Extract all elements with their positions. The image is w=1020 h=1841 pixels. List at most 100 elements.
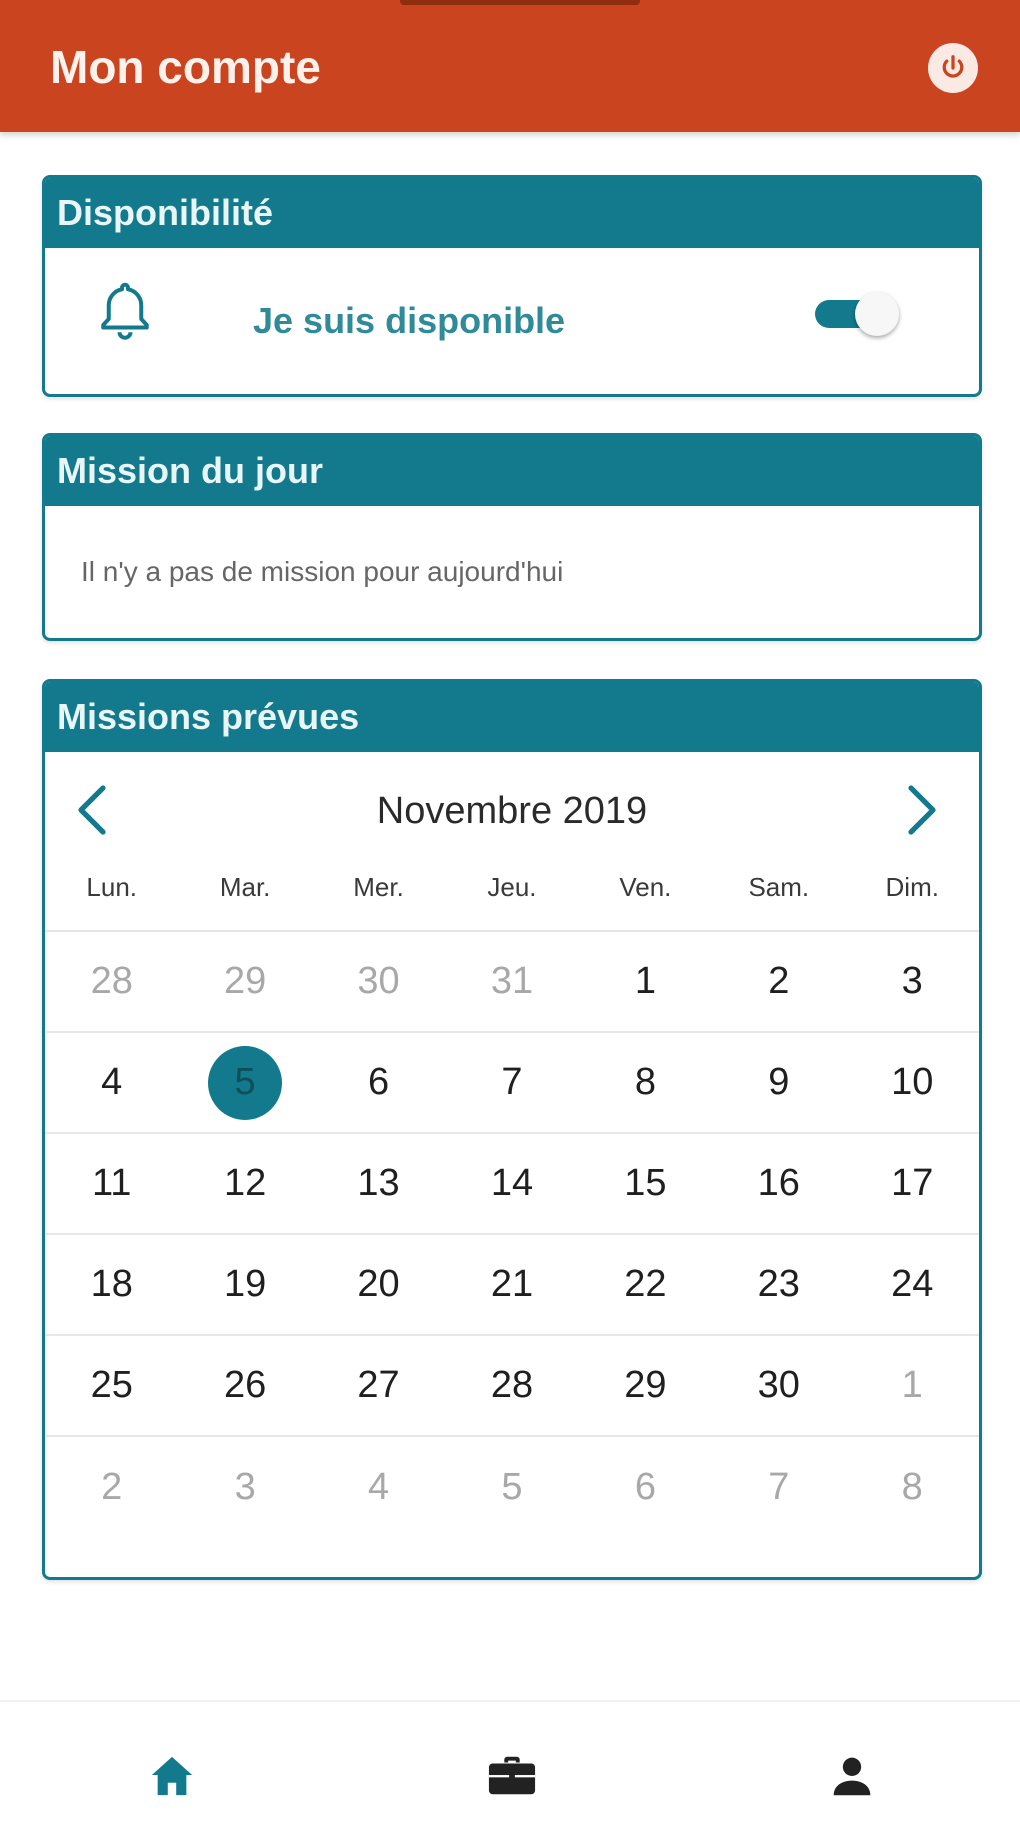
calendar-day[interactable]: 30	[312, 932, 445, 1031]
calendar-day[interactable]: 21	[445, 1235, 578, 1334]
mission-today-title: Mission du jour	[45, 436, 979, 506]
calendar-day[interactable]: 13	[312, 1134, 445, 1233]
calendar-day-number: 2	[768, 960, 790, 1002]
calendar-day[interactable]: 3	[178, 1437, 311, 1538]
calendar-day[interactable]: 16	[712, 1134, 845, 1233]
calendar-day[interactable]: 28	[445, 1336, 578, 1435]
calendar-day[interactable]: 2	[712, 932, 845, 1031]
calendar-day[interactable]: 5	[445, 1437, 578, 1538]
calendar-week-row: 2 3 4 5 6 7 8	[45, 1437, 979, 1538]
calendar-month-label: Novembre 2019	[376, 790, 648, 832]
mission-today-card: Mission du jour Il n'y a pas de mission …	[42, 433, 982, 641]
calendar-day[interactable]: 18	[45, 1235, 178, 1334]
calendar-day-number: 26	[223, 1364, 267, 1406]
calendar-day[interactable]: 27	[312, 1336, 445, 1435]
calendar-day[interactable]: 7	[445, 1033, 578, 1132]
calendar-day[interactable]: 9	[712, 1033, 845, 1132]
calendar-day-number: 13	[357, 1162, 400, 1204]
calendar-day-number: 28	[90, 960, 133, 1002]
calendar-day[interactable]: 6	[312, 1033, 445, 1132]
calendar-day-number: 17	[891, 1162, 934, 1204]
availability-card-title: Disponibilité	[45, 178, 979, 248]
calendar-day-number: 6	[634, 1466, 656, 1508]
app-header: Mon compte	[0, 0, 1020, 132]
calendar-day[interactable]: 12	[178, 1134, 311, 1233]
briefcase-icon	[488, 1756, 536, 1795]
calendar-day-number: 3	[901, 960, 923, 1002]
calendar-day-number: 1	[901, 1364, 923, 1406]
calendar-day[interactable]: 4	[312, 1437, 445, 1538]
toggle-thumb	[855, 292, 899, 336]
nav-profile-button[interactable]	[822, 1746, 882, 1806]
calendar-day[interactable]: 17	[846, 1134, 979, 1233]
calendar-day-number: 10	[891, 1061, 934, 1103]
calendar-day-number: 28	[490, 1364, 534, 1406]
calendar-day[interactable]: 25	[45, 1336, 178, 1435]
calendar-day-number: 29	[624, 1364, 667, 1406]
calendar-day-number: 8	[901, 1466, 923, 1508]
calendar-day-number: 22	[624, 1263, 667, 1305]
calendar-day-number: 11	[91, 1162, 132, 1204]
calendar-day-number: 23	[757, 1263, 800, 1305]
weekday-label: Ven.	[619, 872, 672, 902]
calendar-day[interactable]: 11	[45, 1134, 178, 1233]
bottom-nav	[0, 1702, 1020, 1841]
calendar-grid: 28 29 30 31 1 2 3 4 5 6 7 8 9 10 11 12 13 14 15 16 17 18 19 20 2…	[45, 932, 979, 1538]
chevron-right-icon	[908, 785, 936, 835]
calendar-day[interactable]: 29	[579, 1336, 712, 1435]
calendar-day-number: 8	[634, 1061, 656, 1103]
logout-button[interactable]	[928, 43, 978, 93]
calendar-day[interactable]: 20	[312, 1235, 445, 1334]
calendar-day-number: 16	[757, 1162, 800, 1204]
planned-missions-card: Missions prévues Novembre 2019 Lun. Mar. M…	[42, 679, 982, 1580]
calendar-day-number: 7	[501, 1061, 523, 1103]
nav-missions-button[interactable]	[482, 1746, 542, 1806]
calendar-day[interactable]: 6	[579, 1437, 712, 1538]
availability-toggle[interactable]	[807, 288, 903, 340]
calendar-day[interactable]: 7	[712, 1437, 845, 1538]
calendar-day[interactable]: 8	[579, 1033, 712, 1132]
calendar-day[interactable]: 30	[712, 1336, 845, 1435]
calendar-day-number: 4	[367, 1466, 390, 1508]
calendar-day[interactable]: 3	[846, 932, 979, 1031]
calendar-day[interactable]: 28	[45, 932, 178, 1031]
calendar-day[interactable]: 26	[178, 1336, 311, 1435]
calendar-day[interactable]: 19	[178, 1235, 311, 1334]
weekday-label: Mar.	[219, 872, 271, 902]
calendar-day-number: 5	[208, 1045, 283, 1120]
nav-home-button[interactable]	[142, 1746, 202, 1806]
calendar-day[interactable]: 2	[45, 1437, 178, 1538]
home-icon	[151, 1756, 193, 1796]
weekday-label: Mer.	[353, 872, 404, 902]
calendar-day[interactable]: 8	[846, 1437, 979, 1538]
calendar-week-row: 25 26 27 28 29 30 1	[45, 1336, 979, 1437]
weekday-label: Dim.	[885, 872, 939, 902]
calendar-day[interactable]: 15	[579, 1134, 712, 1233]
calendar-day[interactable]: 22	[579, 1235, 712, 1334]
calendar-day-number: 7	[768, 1466, 790, 1508]
calendar-day-number: 30	[357, 960, 400, 1002]
calendar-day-number: 30	[757, 1364, 800, 1406]
calendar-day-number: 18	[90, 1263, 133, 1305]
calendar-week-row: 4 5 6 7 8 9 10	[45, 1033, 979, 1134]
calendar-day[interactable]: 24	[846, 1235, 979, 1334]
calendar-day-number: 29	[223, 960, 267, 1002]
calendar-day[interactable]: 14	[445, 1134, 578, 1233]
calendar-day-number: 2	[101, 1466, 123, 1508]
calendar-day-number: 31	[490, 960, 534, 1002]
calendar-week-row: 11 12 13 14 15 16 17	[45, 1134, 979, 1235]
calendar-day[interactable]: 29	[178, 932, 311, 1031]
next-month-button[interactable]	[905, 782, 939, 843]
calendar-day[interactable]: 31	[445, 932, 578, 1031]
calendar-day-selected[interactable]: 5	[178, 1033, 311, 1132]
calendar-nav: Novembre 2019	[45, 752, 979, 862]
availability-label: Je suis disponible	[253, 300, 566, 341]
calendar-day[interactable]: 1	[579, 932, 712, 1031]
calendar-day[interactable]: 10	[846, 1033, 979, 1132]
calendar-week-row: 18 19 20 21 22 23 24	[45, 1235, 979, 1336]
power-icon	[942, 55, 964, 78]
calendar-day-number: 3	[234, 1466, 256, 1508]
calendar-day[interactable]: 4	[45, 1033, 178, 1132]
calendar-day[interactable]: 23	[712, 1235, 845, 1334]
calendar-day[interactable]: 1	[846, 1336, 979, 1435]
